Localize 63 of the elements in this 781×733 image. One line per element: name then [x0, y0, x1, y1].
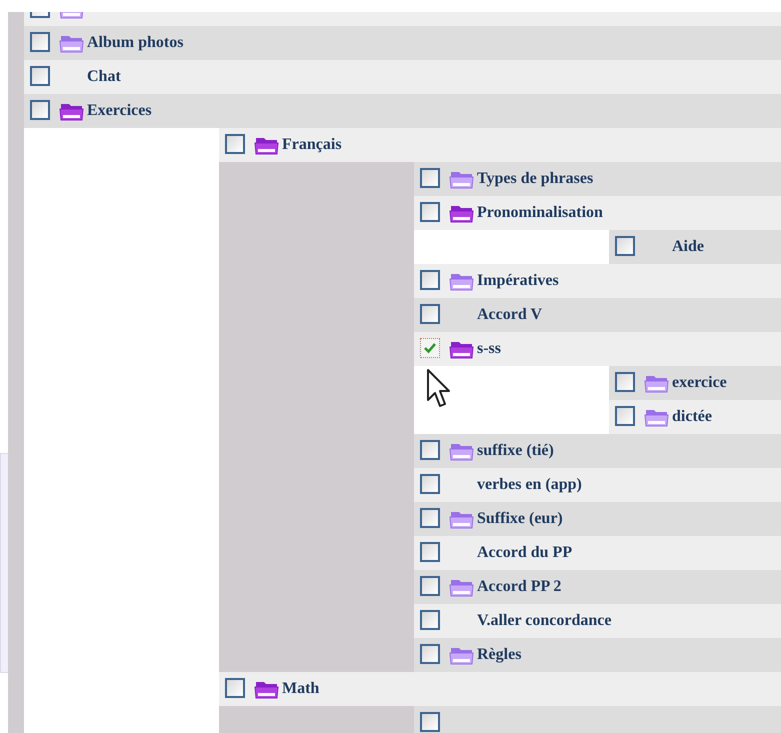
checkbox[interactable] — [420, 474, 440, 494]
tree-row[interactable]: V.aller concordance — [414, 604, 781, 638]
tree-row[interactable]: Aide — [609, 230, 781, 264]
folder-label: suffixe (tié) — [477, 441, 554, 461]
checkbox[interactable] — [420, 168, 440, 188]
item-label: verbes en (app) — [477, 475, 582, 495]
folder-label: Exercices — [87, 101, 152, 121]
checkbox[interactable] — [420, 270, 440, 290]
item-label: Accord V — [477, 305, 542, 325]
tree-row[interactable]: Chat — [24, 60, 781, 94]
checkbox[interactable] — [420, 644, 440, 664]
item-label: Aide — [672, 237, 704, 257]
folder-label: Pronominalisation — [477, 203, 603, 223]
checkbox[interactable] — [615, 236, 635, 256]
tree-row[interactable]: Français — [219, 128, 781, 162]
checkbox[interactable] — [615, 406, 635, 426]
folder-label: Types de phrases — [477, 169, 594, 189]
folder-label: Accord PP 2 — [477, 577, 562, 597]
tree-row[interactable]: s-ss — [414, 332, 781, 366]
checkbox[interactable] — [420, 576, 440, 596]
checkbox[interactable] — [225, 134, 245, 154]
tree-row[interactable]: Impératives — [414, 264, 781, 298]
tree-row[interactable]: exercice — [609, 366, 781, 400]
checkbox[interactable] — [420, 202, 440, 222]
checkbox[interactable] — [30, 100, 50, 120]
tree-row[interactable]: Math — [219, 672, 781, 706]
folder-label: Math — [282, 679, 320, 699]
checkbox[interactable] — [225, 678, 245, 698]
item-label: Chat — [87, 67, 121, 87]
folder-label: Français — [282, 135, 342, 155]
tree-row[interactable]: Accord PP 2 — [414, 570, 781, 604]
checkbox[interactable] — [420, 338, 440, 358]
tree-row[interactable]: dictée — [609, 400, 781, 434]
tree-row[interactable]: Accord du PP — [414, 536, 781, 570]
checkbox[interactable] — [30, 32, 50, 52]
folder-label: Album photos — [87, 33, 184, 53]
tree-row[interactable]: verbes en (app) — [414, 468, 781, 502]
folder-label: exercice — [672, 373, 727, 393]
checkbox[interactable] — [420, 610, 440, 630]
item-label: Accord du PP — [477, 543, 572, 563]
tree-row[interactable]: Types de phrases — [414, 162, 781, 196]
folder-label: dictée — [672, 407, 712, 427]
tree-row[interactable]: Règles — [414, 638, 781, 672]
checkbox[interactable] — [420, 440, 440, 460]
tree-row[interactable]: Exercices — [24, 94, 781, 128]
tree-row[interactable]: Pronominalisation — [414, 196, 781, 230]
item-label: V.aller concordance — [477, 611, 612, 631]
checkbox[interactable] — [30, 66, 50, 86]
tree-row[interactable]: Suffixe (eur) — [414, 502, 781, 536]
check-icon — [423, 342, 437, 354]
folder-label: Règles — [477, 645, 522, 665]
tree-row[interactable]: Album photos — [24, 26, 781, 60]
tree-row[interactable]: suffixe (tié) — [414, 434, 781, 468]
checkbox[interactable] — [615, 372, 635, 392]
folder-label: Suffixe (eur) — [477, 509, 563, 529]
tree-row[interactable]: Accord V — [414, 298, 781, 332]
checkbox[interactable] — [420, 542, 440, 562]
cursor-icon — [426, 368, 452, 410]
checkbox[interactable] — [420, 508, 440, 528]
checkbox[interactable] — [420, 712, 440, 732]
folder-label: Impératives — [477, 271, 559, 291]
folder-label: s-ss — [477, 339, 502, 359]
checkbox[interactable] — [420, 304, 440, 324]
